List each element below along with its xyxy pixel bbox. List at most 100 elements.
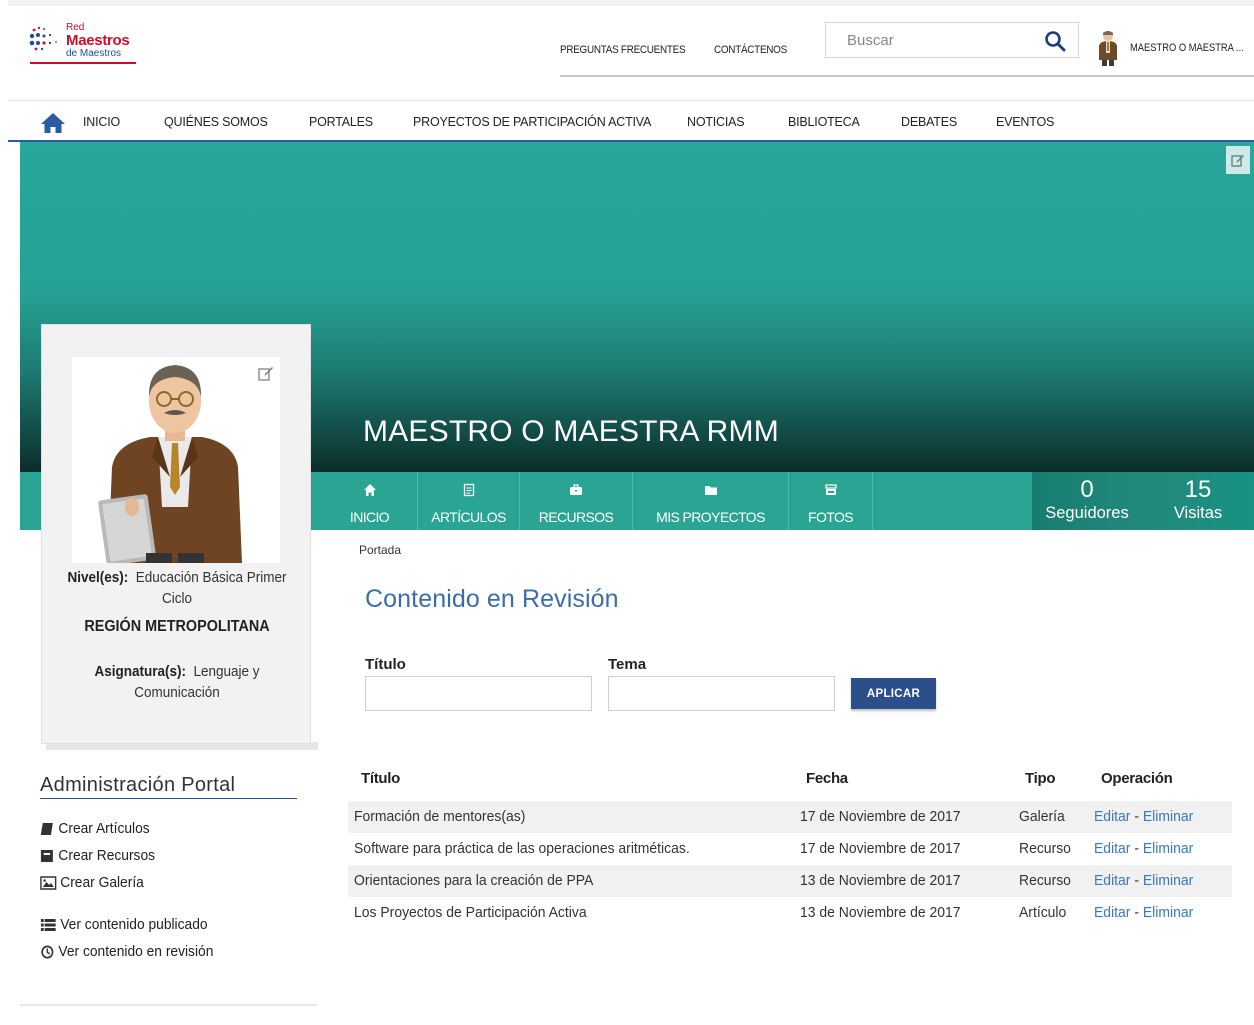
photos-icon (824, 484, 837, 495)
edit-link[interactable]: Editar (1094, 840, 1130, 857)
row-date: 13 de Noviembre de 2017 (800, 904, 961, 921)
create-gallery-link[interactable]: Crear Galería (40, 874, 144, 891)
page-title: Contenido en Revisión (365, 585, 619, 613)
delete-link[interactable]: Eliminar (1143, 840, 1193, 857)
link-label: Crear Artículos (58, 820, 150, 837)
filter-topic-input[interactable] (608, 676, 835, 711)
photo-edit-icon[interactable] (258, 365, 274, 381)
row-operations: Editar - Eliminar (1094, 840, 1193, 857)
column-header-title[interactable]: Título (361, 770, 400, 787)
delete-link[interactable]: Eliminar (1143, 872, 1193, 889)
view-published-link[interactable]: Ver contenido publicado (40, 916, 208, 933)
tab-mis-proyectos[interactable]: MIS PROYECTOS (633, 472, 789, 530)
article-icon (463, 483, 474, 497)
user-avatar (1099, 31, 1117, 66)
profile-card: Nivel(es): Educación Básica Primer Ciclo… (41, 324, 311, 744)
nav-item-quienes-somos[interactable]: QUIÉNES SOMOS (164, 115, 268, 129)
profile-name-title: MAESTRO O MAESTRA RMM (363, 415, 779, 448)
nav-item-noticias[interactable]: NOTICIAS (687, 115, 745, 129)
nav-item-inicio[interactable]: INICIO (83, 115, 120, 129)
row-title: Software para práctica de las operacione… (354, 840, 690, 857)
resource-icon (40, 849, 53, 862)
link-label: Ver contenido publicado (60, 916, 208, 933)
ops-separator: - (1130, 808, 1143, 825)
asignatura-label: Asignatura(s): (94, 663, 186, 680)
column-header-date[interactable]: Fecha (806, 770, 848, 787)
admin-title: Administración Portal (40, 774, 236, 796)
user-menu[interactable]: MAESTRO O MAESTRA ... (1096, 28, 1254, 68)
search-icon[interactable] (1044, 30, 1066, 52)
column-header-type[interactable]: Tipo (1025, 770, 1055, 787)
home-icon[interactable] (40, 112, 66, 134)
nav-item-eventos[interactable]: EVENTOS (996, 115, 1054, 129)
breadcrumb-portada[interactable]: Portada (359, 543, 401, 557)
row-date: 17 de Noviembre de 2017 (800, 840, 961, 857)
edit-link[interactable]: Editar (1094, 808, 1130, 825)
filter-title-label: Título (365, 656, 406, 673)
profile-nivel: Nivel(es): Educación Básica Primer Ciclo (65, 567, 290, 609)
visits-label: Visitas (1173, 504, 1223, 522)
clock-icon (41, 944, 54, 959)
picture-icon (40, 875, 57, 890)
tab-label: FOTOS (808, 509, 854, 525)
nav-item-portales[interactable]: PORTALES (309, 115, 373, 129)
user-name: MAESTRO O MAESTRA ... (1130, 42, 1244, 54)
delete-link[interactable]: Eliminar (1143, 904, 1193, 921)
create-articles-link[interactable]: Crear Artículos (40, 820, 150, 837)
row-title: Orientaciones para la creación de PPA (354, 872, 594, 889)
row-date: 13 de Noviembre de 2017 (800, 872, 961, 889)
tab-fotos[interactable]: FOTOS (789, 472, 873, 530)
nivel-label: Nivel(es): (67, 569, 129, 586)
visits-stat: 15 Visitas (1164, 476, 1232, 522)
row-type: Galería (1019, 808, 1065, 825)
admin-title-underline (40, 798, 297, 799)
create-resources-link[interactable]: Crear Recursos (40, 847, 155, 864)
banner-edit-button[interactable] (1226, 146, 1250, 174)
nivel-value: Educación Básica Primer Ciclo (135, 569, 287, 607)
table-row: Los Proyectos de Participación Activa 13… (348, 897, 1232, 929)
contact-link[interactable]: CONTÁCTENOS (714, 44, 787, 56)
row-type: Recurso (1019, 840, 1071, 857)
followers-stat[interactable]: 0 Seguidores (1032, 476, 1142, 522)
row-title: Formación de mentores(as) (354, 808, 526, 825)
search-input[interactable] (826, 23, 1031, 57)
profile-region: REGIÓN METROPOLITANA (84, 618, 270, 635)
search-box (825, 22, 1079, 58)
visits-count: 15 (1184, 476, 1212, 503)
logo-text-de-maestros: de Maestros (66, 48, 122, 59)
row-type: Recurso (1019, 872, 1071, 889)
edit-link[interactable]: Editar (1094, 904, 1130, 921)
tab-inicio[interactable]: INICIO (322, 472, 418, 530)
briefcase-icon (570, 484, 582, 495)
nav-item-biblioteca[interactable]: BIBLIOTECA (788, 115, 860, 129)
view-in-review-link[interactable]: Ver contenido en revisión (40, 943, 213, 960)
row-date: 17 de Noviembre de 2017 (800, 808, 961, 825)
tab-label: ARTÍCULOS (431, 509, 506, 525)
list-icon (40, 918, 56, 931)
tab-recursos[interactable]: RECURSOS (520, 472, 633, 530)
admin-panel: Administración Portal Crear Artículos Cr… (20, 764, 317, 1006)
apply-button[interactable]: APLICAR (851, 678, 936, 709)
row-operations: Editar - Eliminar (1094, 872, 1193, 889)
delete-link[interactable]: Eliminar (1143, 808, 1193, 825)
link-label: Crear Galería (60, 874, 144, 891)
followers-count: 0 (1080, 476, 1094, 503)
logo-underline (30, 62, 136, 64)
followers-label: Seguidores (1045, 504, 1129, 522)
tab-articulos[interactable]: ARTÍCULOS (418, 472, 520, 530)
row-title: Los Proyectos de Participación Activa (354, 904, 587, 921)
table-row: Orientaciones para la creación de PPA 13… (348, 865, 1232, 897)
site-logo[interactable]: Red Maestros de Maestros (28, 20, 140, 70)
filter-title-input[interactable] (365, 676, 592, 711)
home-icon (363, 484, 376, 496)
edit-link[interactable]: Editar (1094, 872, 1130, 889)
row-operations: Editar - Eliminar (1094, 904, 1193, 921)
link-label: Ver contenido en revisión (58, 943, 214, 960)
ops-separator: - (1130, 904, 1143, 921)
ops-separator: - (1130, 872, 1143, 889)
faq-link[interactable]: PREGUNTAS FRECUENTES (560, 44, 686, 56)
tab-label: INICIO (349, 509, 390, 525)
table-row: Software para práctica de las operacione… (348, 833, 1232, 865)
nav-item-proyectos[interactable]: PROYECTOS DE PARTICIPACIÓN ACTIVA (413, 115, 651, 129)
nav-item-debates[interactable]: DEBATES (901, 115, 957, 129)
